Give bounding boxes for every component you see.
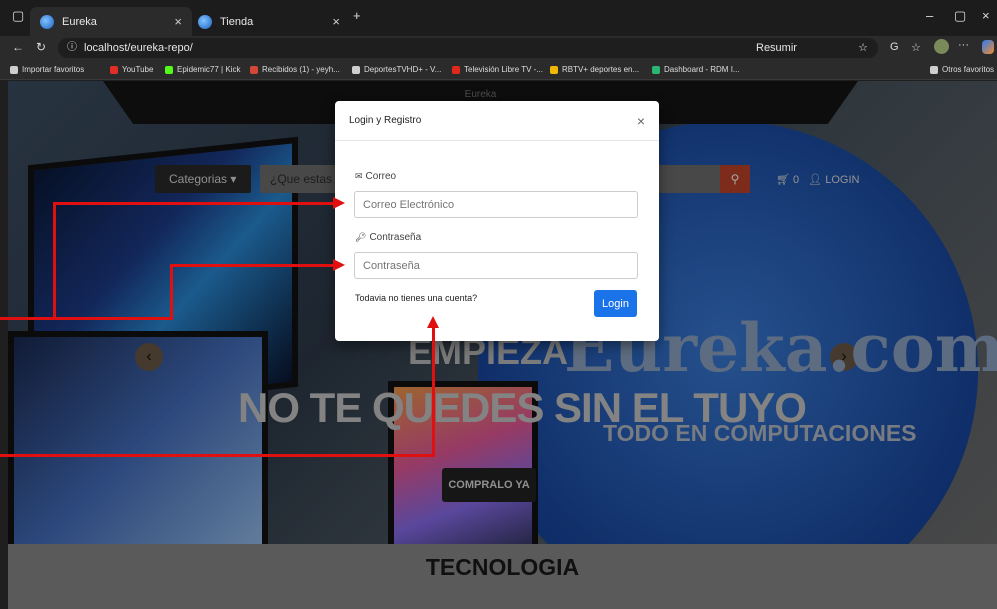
back-icon[interactable]: ← [12,40,24,54]
annotation-line [432,326,435,457]
more-icon[interactable]: ··· [958,39,969,51]
arrowhead-icon [333,197,345,209]
dashboard-icon [652,65,660,74]
arrowhead-icon [427,316,439,328]
copilot-icon[interactable] [982,40,994,54]
browser-window: ▢ Eureka × Tienda × + – ▢ × ← ↻ ⓘ localh… [0,0,997,609]
bookmark-youtube[interactable]: YouTube [110,65,153,74]
bookmark-kick[interactable]: Epidemic77 | Kick [165,65,240,74]
bookmark-rbtv[interactable]: RBTV+ deportes en... [550,65,639,74]
annotation-line [170,264,173,320]
url-field[interactable]: ⓘ localhost/eureka-repo/ Resumir ☆ [58,38,878,58]
minimize-icon[interactable]: – [926,8,933,23]
arrowhead-icon [333,259,345,271]
key-icon: 🔑︎ [355,232,367,242]
favorites-icon[interactable]: ☆ [911,41,921,54]
bookmark-import[interactable]: Importar favoritos [10,65,84,74]
login-modal: Login y Registro × ✉ Correo 🔑︎ Contraseñ… [335,101,659,341]
bookmark-deportes[interactable]: DeportesTVHD+ - V... [352,65,441,74]
maximize-icon[interactable]: ▢ [954,8,966,24]
tab-tienda[interactable]: Tienda × [188,7,350,36]
close-icon[interactable]: × [637,113,645,129]
profile-avatar[interactable] [934,39,949,54]
site-icon [352,65,360,74]
password-field[interactable] [354,252,638,279]
eureka-favicon-icon [40,14,54,29]
tab-eureka[interactable]: Eureka × [30,7,192,36]
new-tab-icon[interactable]: + [353,8,361,23]
address-bar: ← ↻ ⓘ localhost/eureka-repo/ Resumir ☆ G… [0,36,997,60]
tienda-favicon-icon [198,14,212,29]
rbtv-icon [550,65,558,74]
kick-icon [165,65,173,74]
youtube-icon [110,65,118,74]
favorite-star-icon[interactable]: ☆ [858,38,868,58]
gmail-icon [250,65,258,74]
close-tab-icon[interactable]: × [332,14,340,29]
envelope-icon: ✉ [355,171,363,181]
tab-label: Tienda [220,15,254,28]
url-text: localhost/eureka-repo/ [84,42,193,54]
reload-icon[interactable]: ↻ [36,40,46,54]
login-button[interactable]: Login [594,290,637,317]
modal-title: Login y Registro [349,115,422,126]
tab-label: Eureka [62,15,97,28]
bookmark-gmail[interactable]: Recibidos (1) - yeyh... [250,65,340,74]
modal-header: Login y Registro × [335,101,659,141]
annotation-line [53,202,56,320]
bookmark-tvlibre[interactable]: Televisión Libre TV -... [452,65,543,74]
annotation-line [0,317,173,320]
info-icon: ⓘ [67,42,77,53]
folder-icon [10,65,18,74]
register-link[interactable]: Todavia no tienes una cuenta? [355,293,477,303]
close-window-icon[interactable]: × [982,8,990,23]
password-label: 🔑︎ Contraseña [355,232,422,243]
close-tab-icon[interactable]: × [174,14,182,29]
tab-bar: ▢ Eureka × Tienda × + – ▢ × [0,0,997,36]
annotation-line [0,454,435,457]
bookmarks-bar: Importar favoritos YouTube Epidemic77 | … [0,60,997,80]
bookmark-dashboard[interactable]: Dashboard - RDM I... [652,65,740,74]
resumir-label[interactable]: Resumir [756,38,797,58]
email-label: ✉ Correo [355,171,397,182]
tv-icon [452,65,460,74]
browser-essentials-icon[interactable]: G [890,41,899,53]
tab-actions-icon[interactable]: ▢ [12,8,24,24]
email-field[interactable] [354,191,638,218]
folder-icon [930,65,938,74]
annotation-line [53,202,335,205]
annotation-line [170,264,335,267]
bookmark-other-favorites[interactable]: Otros favoritos [930,65,994,74]
